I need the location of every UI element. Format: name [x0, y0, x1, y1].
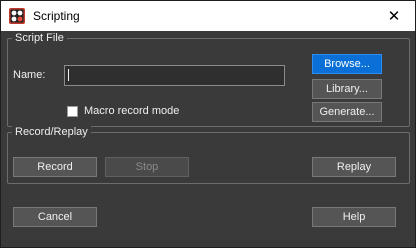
library-button[interactable]: Library... [312, 79, 382, 99]
generate-button[interactable]: Generate... [312, 102, 382, 122]
title-bar: Scripting ✕ [1, 1, 415, 31]
close-button[interactable]: ✕ [373, 1, 415, 31]
replay-button[interactable]: Replay [312, 157, 396, 177]
macro-record-checkbox[interactable] [67, 106, 78, 117]
record-replay-group-title: Record/Replay [12, 125, 91, 139]
name-label: Name: [13, 69, 46, 81]
name-field-wrapper [64, 65, 285, 86]
record-button[interactable]: Record [13, 157, 97, 177]
close-icon: ✕ [387, 8, 401, 25]
stop-button[interactable]: Stop [105, 157, 189, 177]
scripting-dialog: Scripting ✕ Script File Name: Browse... … [0, 0, 416, 248]
macro-record-label[interactable]: Macro record mode [84, 105, 179, 117]
browse-button[interactable]: Browse... [312, 54, 382, 74]
name-field[interactable] [64, 65, 285, 86]
script-file-group-title: Script File [12, 31, 67, 45]
help-button[interactable]: Help [312, 207, 396, 227]
scripting-app-icon [9, 8, 25, 24]
window-title: Scripting [33, 9, 80, 23]
cancel-button[interactable]: Cancel [13, 207, 97, 227]
text-caret [68, 69, 69, 81]
